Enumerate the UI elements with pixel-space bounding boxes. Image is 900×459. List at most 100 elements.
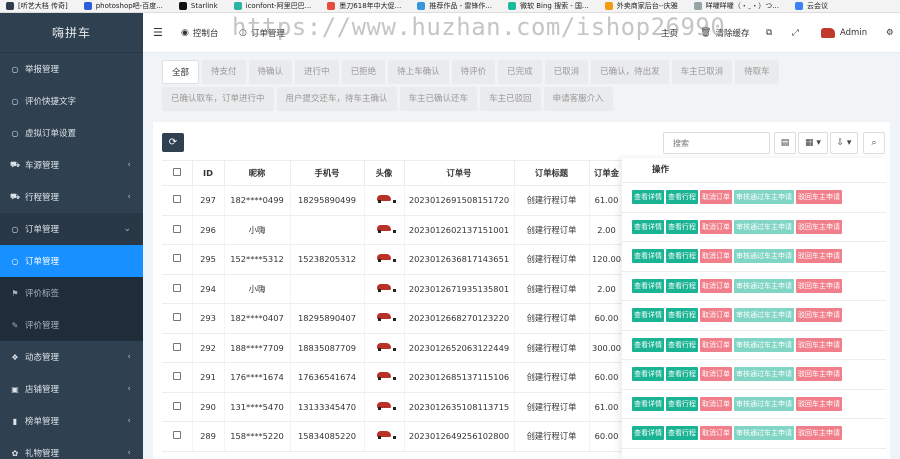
- export-dropdown[interactable]: ⇩ ▾: [830, 132, 858, 154]
- row-checkbox[interactable]: [172, 401, 181, 410]
- view-detail-button[interactable]: 查看详情: [632, 337, 664, 352]
- table-row[interactable]: 292 188****7709 18835087709 202301265206312…: [162, 333, 625, 363]
- row-select-cell[interactable]: [162, 333, 193, 363]
- row-select-cell[interactable]: [162, 421, 193, 452]
- filter-button[interactable]: 全部: [162, 60, 200, 84]
- row-select-cell[interactable]: [162, 244, 193, 275]
- cancel-order-button[interactable]: 取消订单: [700, 249, 732, 264]
- sidebar-item[interactable]: ▣ 店铺管理 ‹: [0, 373, 143, 405]
- view-trip-button[interactable]: 查看行程: [666, 337, 698, 352]
- filter-button[interactable]: 待上车确认: [388, 60, 449, 84]
- approve-owner-request-button[interactable]: 审核通过车主申请: [734, 337, 794, 352]
- approve-owner-request-button[interactable]: 审核通过车主申请: [734, 426, 794, 441]
- row-select-cell[interactable]: [162, 215, 193, 245]
- bookmark-item[interactable]: [听艺大档 传奇]: [6, 1, 68, 11]
- approve-owner-request-button[interactable]: 审核通过车主申请: [734, 249, 794, 264]
- reject-owner-request-button[interactable]: 驳回车主申请: [796, 308, 842, 323]
- row-select-cell[interactable]: [162, 392, 193, 422]
- filter-button[interactable]: 已确认，待出发: [591, 60, 669, 84]
- sidebar-item[interactable]: ⛟ 行程管理 ‹: [0, 181, 143, 213]
- table-row[interactable]: 289 158****5220 15834085220 202301264925610…: [162, 421, 625, 452]
- sidebar-item[interactable]: ❖ 动态管理 ‹: [0, 341, 143, 373]
- approve-owner-request-button[interactable]: 审核通过车主申请: [734, 278, 794, 293]
- clear-cache-button[interactable]: 🗑 清除缓存: [700, 27, 749, 39]
- menu-toggle-button[interactable]: ☰: [153, 26, 163, 39]
- reject-owner-request-button[interactable]: 驳回车主申请: [796, 278, 842, 293]
- cancel-order-button[interactable]: 取消订单: [700, 396, 732, 411]
- table-row[interactable]: 293 182****0407 18295890407 202301266827012…: [162, 303, 625, 334]
- filter-button[interactable]: 待确认: [248, 60, 293, 84]
- bookmark-item[interactable]: 外卖商家后台--庆雅: [604, 1, 678, 11]
- view-detail-button[interactable]: 查看详情: [632, 367, 664, 382]
- fullscreen-button[interactable]: ⤢: [792, 28, 799, 38]
- row-select-cell[interactable]: [162, 362, 193, 393]
- cancel-order-button[interactable]: 取消订单: [700, 337, 732, 352]
- view-trip-button[interactable]: 查看行程: [666, 396, 698, 411]
- tab-order-manage[interactable]: ○ 订单管理: [239, 27, 285, 39]
- columns-dropdown[interactable]: ▦ ▾: [798, 132, 828, 154]
- col-avatar[interactable]: 头像: [364, 160, 405, 186]
- view-detail-button[interactable]: 查看详情: [632, 190, 664, 205]
- row-checkbox[interactable]: [172, 224, 181, 233]
- view-trip-button[interactable]: 查看行程: [666, 190, 698, 205]
- home-link[interactable]: 主页: [661, 27, 678, 39]
- sidebar-item[interactable]: ○ 举报管理: [0, 53, 143, 85]
- toggle-view-button[interactable]: ▤: [774, 132, 796, 154]
- view-detail-button[interactable]: 查看详情: [632, 426, 664, 441]
- search-button[interactable]: ⌕: [863, 132, 885, 154]
- approve-owner-request-button[interactable]: 审核通过车主申请: [734, 219, 794, 234]
- table-row[interactable]: 294 小嗨 2023012671935135801 创建行程订单 2.00: [162, 274, 625, 304]
- row-checkbox[interactable]: [172, 195, 181, 204]
- bookmark-item[interactable]: 微软 Bing 搜索 - 国...: [508, 1, 589, 11]
- approve-owner-request-button[interactable]: 审核通过车主申请: [734, 396, 794, 411]
- cancel-order-button[interactable]: 取消订单: [700, 367, 732, 382]
- row-checkbox[interactable]: [172, 283, 181, 292]
- view-trip-button[interactable]: 查看行程: [666, 308, 698, 323]
- table-row[interactable]: 290 131****5470 13133345470 202301263510811…: [162, 392, 625, 422]
- search-input[interactable]: [663, 132, 770, 154]
- table-row[interactable]: 297 182****0499 18295890499 202301269150815…: [162, 185, 625, 216]
- bookmark-item[interactable]: iconfont-阿里巴巴...: [233, 1, 311, 11]
- sidebar-item[interactable]: ⚑ 评价标签: [0, 277, 143, 309]
- sidebar-item[interactable]: ○ 评价快捷文字: [0, 85, 143, 117]
- filter-button[interactable]: 待支付: [202, 60, 246, 84]
- filter-button[interactable]: 已拒绝: [341, 60, 386, 84]
- select-all-cell[interactable]: [162, 160, 193, 186]
- reject-owner-request-button[interactable]: 驳回车主申请: [796, 367, 842, 382]
- reject-owner-request-button[interactable]: 驳回车主申请: [796, 337, 842, 352]
- reject-owner-request-button[interactable]: 驳回车主申请: [796, 249, 842, 264]
- sidebar-item[interactable]: ⛟ 车源管理 ‹: [0, 149, 143, 181]
- admin-menu[interactable]: Admin: [821, 27, 867, 38]
- reject-owner-request-button[interactable]: 驳回车主申请: [796, 219, 842, 234]
- cancel-order-button[interactable]: 取消订单: [700, 219, 732, 234]
- filter-button[interactable]: 申请客服介入: [543, 87, 613, 111]
- row-checkbox[interactable]: [172, 254, 181, 263]
- sidebar-item[interactable]: ▮ 榜单管理 ‹: [0, 405, 143, 437]
- view-trip-button[interactable]: 查看行程: [666, 219, 698, 234]
- bookmark-item[interactable]: 云会议: [794, 1, 828, 11]
- view-trip-button[interactable]: 查看行程: [666, 426, 698, 441]
- sidebar-item[interactable]: ○ 虚拟订单设置: [0, 117, 143, 149]
- translate-button[interactable]: ⧉: [766, 28, 772, 38]
- approve-owner-request-button[interactable]: 审核通过车主申请: [734, 190, 794, 205]
- filter-button[interactable]: 进行中: [295, 60, 339, 84]
- view-detail-button[interactable]: 查看详情: [632, 308, 664, 323]
- col-phone[interactable]: 手机号: [290, 160, 365, 186]
- bookmark-item[interactable]: 咩嚯咩嚯（・ˍ・）つ...: [693, 1, 779, 11]
- view-detail-button[interactable]: 查看详情: [632, 278, 664, 293]
- sidebar-item[interactable]: ○ 订单管理: [0, 245, 143, 277]
- select-all-checkbox[interactable]: [172, 168, 181, 176]
- row-select-cell[interactable]: [162, 303, 193, 334]
- filter-button[interactable]: 车主已取消: [671, 60, 733, 84]
- col-order-no[interactable]: 订单号: [404, 160, 515, 186]
- row-checkbox[interactable]: [172, 431, 181, 440]
- filter-button[interactable]: 待取车: [735, 60, 779, 84]
- table-row[interactable]: 291 176****1674 17636541674 202301268513711…: [162, 362, 625, 393]
- row-select-cell[interactable]: [162, 185, 193, 216]
- bookmark-item[interactable]: Starlink: [178, 2, 218, 10]
- view-detail-button[interactable]: 查看详情: [632, 396, 664, 411]
- col-nickname[interactable]: 昵称: [224, 160, 291, 186]
- filter-button[interactable]: 已取消: [544, 60, 589, 84]
- sidebar-item[interactable]: ✿ 礼物管理 ‹: [0, 437, 143, 459]
- row-select-cell[interactable]: [162, 274, 193, 304]
